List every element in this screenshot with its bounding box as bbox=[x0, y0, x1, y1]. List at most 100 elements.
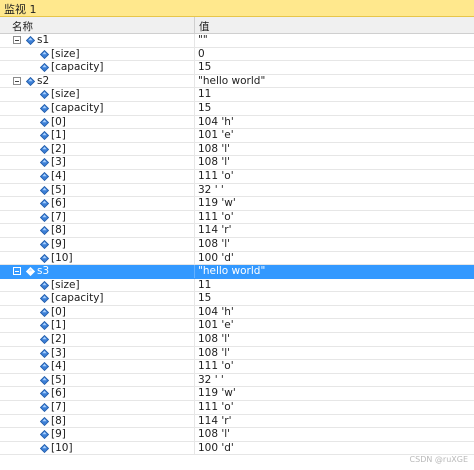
variable-value[interactable]: 108 'l' bbox=[198, 156, 230, 169]
name-cell: [capacity] bbox=[0, 61, 194, 74]
variable-name: [2] bbox=[51, 142, 66, 155]
variable-value[interactable]: 111 'o' bbox=[198, 401, 234, 414]
variable-value[interactable]: 104 'h' bbox=[198, 306, 234, 319]
watch-member-row[interactable]: [9] 108 'l' bbox=[0, 428, 474, 442]
watch-member-row[interactable]: [6] 119 'w' bbox=[0, 387, 474, 402]
watch-member-row[interactable]: [9] 108 'l' bbox=[0, 237, 474, 252]
variable-value[interactable]: 119 'w' bbox=[198, 387, 236, 400]
collapse-minus-icon[interactable] bbox=[13, 36, 21, 44]
watch-member-row[interactable]: [3] 108 'l' bbox=[0, 346, 474, 361]
variable-gem-icon bbox=[39, 375, 50, 385]
watch-member-row[interactable]: [1] 101 'e' bbox=[0, 129, 474, 143]
cell-divider bbox=[194, 401, 195, 414]
watch-member-row[interactable]: [0] 104 'h' bbox=[0, 115, 474, 130]
variable-value[interactable]: 108 'l' bbox=[198, 238, 230, 251]
watch-member-row[interactable]: [5] 32 ' ' bbox=[0, 373, 474, 388]
watch-member-row[interactable]: [6] 119 'w' bbox=[0, 197, 474, 211]
name-cell: [10] bbox=[0, 442, 194, 455]
variable-value[interactable]: 111 'o' bbox=[198, 360, 234, 373]
watch-member-row[interactable]: [8] 114 'r' bbox=[0, 414, 474, 429]
variable-name: [10] bbox=[51, 441, 73, 454]
cell-divider bbox=[194, 197, 195, 210]
variable-gem-icon bbox=[39, 389, 50, 399]
collapse-minus-icon[interactable] bbox=[13, 267, 21, 276]
name-cell: s1 bbox=[0, 34, 194, 47]
variable-value[interactable]: 15 bbox=[198, 102, 211, 115]
cell-divider bbox=[194, 224, 195, 237]
watch-member-row[interactable]: [capacity] 15 bbox=[0, 292, 474, 306]
column-header-name[interactable]: 名称 bbox=[12, 19, 33, 34]
cell-divider bbox=[194, 373, 195, 387]
variable-value[interactable]: 104 'h' bbox=[198, 116, 234, 129]
watch-member-row[interactable]: [7] 111 'o' bbox=[0, 210, 474, 225]
variable-value[interactable]: 114 'r' bbox=[198, 224, 231, 237]
cell-divider bbox=[194, 441, 195, 455]
watch-member-row[interactable]: [size] 0 bbox=[0, 47, 474, 62]
watch-member-row[interactable]: [10] 100 'd' bbox=[0, 441, 474, 456]
watch-member-row[interactable]: [size] 11 bbox=[0, 88, 474, 102]
variable-gem-icon bbox=[39, 294, 50, 304]
variable-value[interactable]: 119 'w' bbox=[198, 197, 236, 210]
watch-member-row[interactable]: [capacity] 15 bbox=[0, 61, 474, 75]
variable-gem-icon bbox=[39, 226, 50, 236]
variable-value[interactable]: 108 'l' bbox=[198, 333, 230, 346]
cell-divider bbox=[194, 265, 195, 278]
watch-member-row[interactable]: [4] 111 'o' bbox=[0, 360, 474, 374]
name-cell: [5] bbox=[0, 184, 194, 197]
watch-member-row[interactable]: [8] 114 'r' bbox=[0, 224, 474, 238]
watch-member-row[interactable]: [7] 111 'o' bbox=[0, 401, 474, 415]
variable-value[interactable]: 111 'o' bbox=[198, 211, 234, 224]
watch-member-row[interactable]: [1] 101 'e' bbox=[0, 319, 474, 334]
watch-member-row[interactable]: [4] 111 'o' bbox=[0, 169, 474, 184]
watch-member-row[interactable]: [capacity] 15 bbox=[0, 101, 474, 116]
cell-divider bbox=[194, 278, 195, 292]
variable-gem-icon bbox=[39, 171, 50, 182]
variable-gem-icon bbox=[39, 362, 50, 372]
variable-value[interactable]: 114 'r' bbox=[198, 415, 231, 428]
variable-value[interactable]: 15 bbox=[198, 292, 211, 305]
name-cell: [2] bbox=[0, 333, 194, 346]
variable-value[interactable]: "hello world" bbox=[198, 75, 265, 88]
watch-member-row[interactable]: [2] 108 'l' bbox=[0, 142, 474, 157]
variable-value[interactable]: 108 'l' bbox=[198, 347, 230, 360]
watch-member-row[interactable]: [3] 108 'l' bbox=[0, 156, 474, 170]
column-divider[interactable] bbox=[194, 17, 195, 33]
watch-member-row[interactable]: [0] 104 'h' bbox=[0, 305, 474, 320]
variable-value[interactable]: 15 bbox=[198, 61, 211, 74]
variable-value[interactable]: 108 'l' bbox=[198, 428, 230, 441]
watch-member-row[interactable]: [2] 108 'l' bbox=[0, 333, 474, 347]
name-cell: [size] bbox=[0, 88, 194, 101]
cell-divider bbox=[194, 61, 195, 74]
watch-member-row[interactable]: [10] 100 'd' bbox=[0, 251, 474, 266]
cell-divider bbox=[194, 34, 195, 47]
variable-value[interactable]: 101 'e' bbox=[198, 129, 234, 142]
variable-value[interactable]: "" bbox=[198, 34, 208, 47]
watch-member-row[interactable]: [5] 32 ' ' bbox=[0, 183, 474, 198]
cell-divider bbox=[194, 387, 195, 401]
watch-member-row[interactable]: [size] 11 bbox=[0, 278, 474, 293]
watch-window-titlebar[interactable]: 监视 1 bbox=[0, 0, 474, 17]
variable-value[interactable]: 108 'l' bbox=[198, 143, 230, 156]
watch-variable-row[interactable]: s2 "hello world" bbox=[0, 74, 474, 89]
watch-variable-row[interactable]: s3 "hello world" bbox=[0, 265, 474, 279]
name-cell: [2] bbox=[0, 143, 194, 156]
variable-value[interactable]: "hello world" bbox=[198, 265, 265, 278]
variable-value[interactable]: 100 'd' bbox=[198, 442, 234, 455]
cell-divider bbox=[194, 88, 195, 101]
variable-value[interactable]: 32 ' ' bbox=[198, 184, 224, 197]
variable-value[interactable]: 11 bbox=[198, 279, 211, 292]
name-cell: [3] bbox=[0, 156, 194, 169]
variable-gem-icon bbox=[39, 253, 50, 263]
variable-value[interactable]: 111 'o' bbox=[198, 170, 234, 183]
variable-value[interactable]: 32 ' ' bbox=[198, 374, 224, 387]
name-cell: [8] bbox=[0, 415, 194, 428]
watch-variable-row[interactable]: s1 "" bbox=[0, 34, 474, 48]
cell-divider bbox=[194, 183, 195, 197]
variable-value[interactable]: 11 bbox=[198, 88, 211, 101]
column-header-value[interactable]: 值 bbox=[199, 19, 210, 34]
variable-value[interactable]: 100 'd' bbox=[198, 252, 234, 265]
variable-value[interactable]: 101 'e' bbox=[198, 319, 234, 332]
collapse-minus-icon[interactable] bbox=[13, 76, 21, 85]
variable-value[interactable]: 0 bbox=[198, 48, 205, 61]
variable-gem-icon bbox=[39, 348, 50, 358]
